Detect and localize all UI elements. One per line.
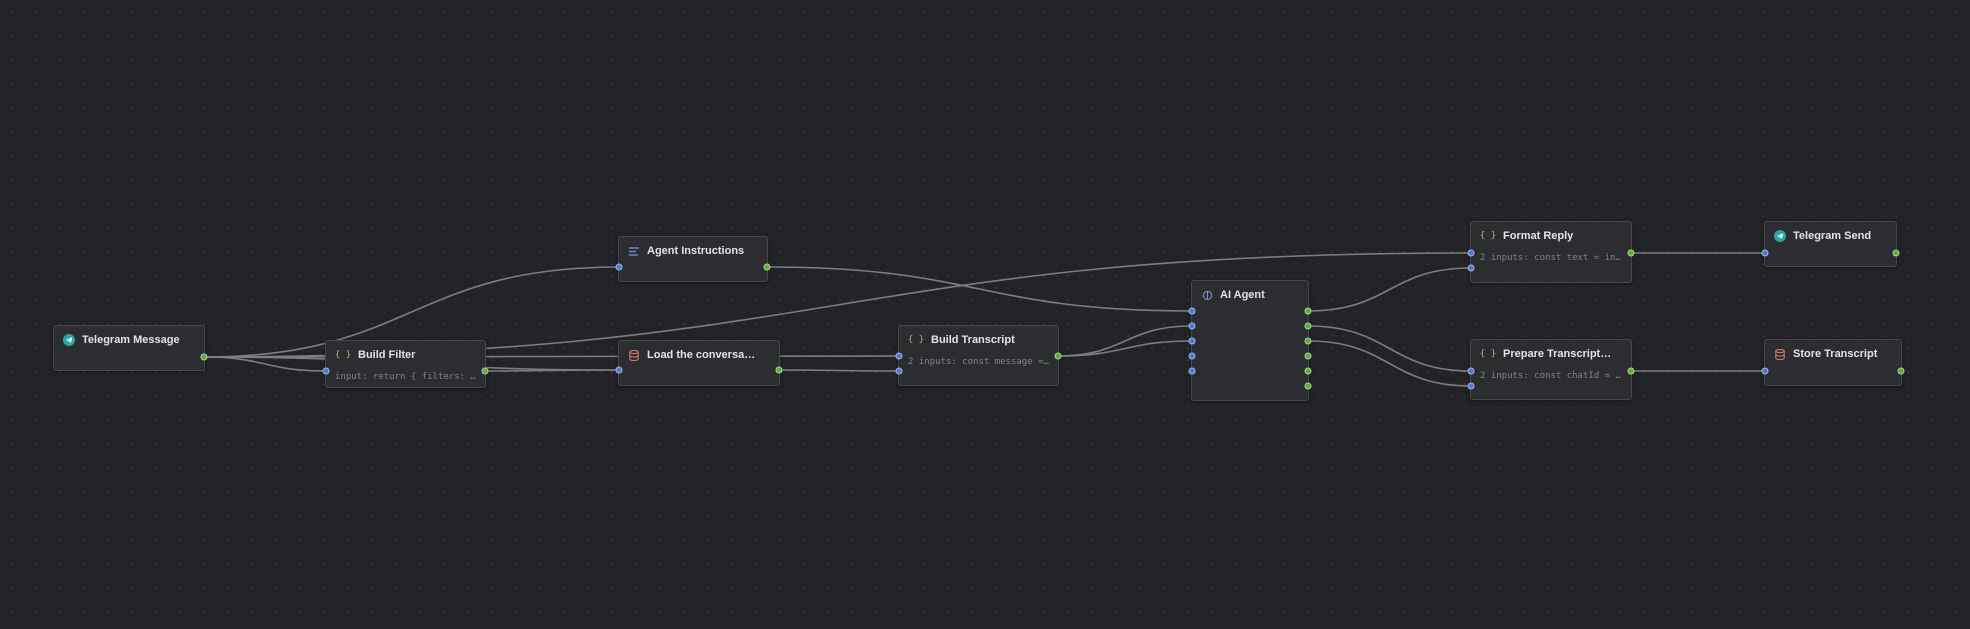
output-port[interactable] bbox=[481, 367, 489, 375]
output-port[interactable] bbox=[1054, 352, 1062, 360]
telegram-icon bbox=[63, 334, 75, 346]
input-port[interactable] bbox=[1188, 337, 1196, 345]
node-title: Build Filter bbox=[358, 349, 416, 361]
brain-icon bbox=[1201, 289, 1213, 301]
output-port[interactable] bbox=[1304, 352, 1312, 360]
input-port[interactable] bbox=[1761, 367, 1769, 375]
prepare-transcript-node[interactable]: { } Prepare Transcript… 2 inputs: const … bbox=[1467, 339, 1635, 400]
input-port[interactable] bbox=[615, 263, 623, 271]
connection-layer bbox=[203, 252, 1765, 387]
connection-edge-9[interactable] bbox=[1057, 340, 1193, 357]
node-title: Store Transcript bbox=[1793, 348, 1878, 360]
output-port[interactable] bbox=[1304, 307, 1312, 315]
build-transcript-node[interactable]: { } Build Transcript 2 inputs: const mes… bbox=[895, 325, 1062, 386]
output-port[interactable] bbox=[1304, 322, 1312, 330]
output-port[interactable] bbox=[1304, 367, 1312, 375]
text-lines-icon bbox=[628, 245, 640, 257]
connection-edge-10[interactable] bbox=[1307, 267, 1472, 312]
telegram-icon bbox=[1774, 230, 1786, 242]
database-icon bbox=[1774, 348, 1786, 360]
output-port[interactable] bbox=[1897, 367, 1905, 375]
ai-agent-node[interactable]: AI Agent bbox=[1188, 280, 1312, 401]
node-title: Prepare Transcript… bbox=[1503, 348, 1612, 360]
telegram-send-node[interactable]: Telegram Send bbox=[1761, 221, 1900, 267]
agent-instructions-node[interactable]: Agent Instructions bbox=[615, 236, 771, 282]
code-braces-icon: { } bbox=[907, 335, 925, 345]
connection-edge-8[interactable] bbox=[1057, 325, 1193, 357]
connection-edge-5[interactable] bbox=[484, 369, 620, 372]
input-port[interactable] bbox=[615, 366, 623, 374]
output-port[interactable] bbox=[1304, 337, 1312, 345]
store-transcript-node[interactable]: Store Transcript bbox=[1761, 339, 1905, 386]
connection-edge-4[interactable] bbox=[203, 355, 900, 358]
node-title: Telegram Send bbox=[1793, 230, 1872, 242]
node-code-preview: 2 inputs: const text = in… bbox=[1480, 253, 1621, 263]
node-code-preview: 2 inputs: const message =… bbox=[908, 357, 1049, 367]
input-port[interactable] bbox=[895, 352, 903, 360]
input-port[interactable] bbox=[322, 367, 330, 375]
node-code-preview: input: return { filters: … bbox=[335, 372, 476, 382]
input-port[interactable] bbox=[895, 367, 903, 375]
output-port[interactable] bbox=[1304, 382, 1312, 390]
telegram-message-node[interactable]: Telegram Message bbox=[53, 325, 208, 371]
input-port[interactable] bbox=[1467, 367, 1475, 375]
node-title: Format Reply bbox=[1503, 230, 1574, 242]
node-title: Agent Instructions bbox=[647, 245, 745, 257]
input-port[interactable] bbox=[1467, 249, 1475, 257]
format-reply-node[interactable]: { } Format Reply 2 inputs: const text = … bbox=[1467, 221, 1635, 283]
output-port[interactable] bbox=[775, 366, 783, 374]
database-icon bbox=[628, 349, 640, 361]
code-braces-icon: { } bbox=[1479, 349, 1497, 359]
code-braces-icon: { } bbox=[1479, 231, 1497, 241]
input-port[interactable] bbox=[1188, 352, 1196, 360]
input-port[interactable] bbox=[1467, 382, 1475, 390]
input-port[interactable] bbox=[1188, 322, 1196, 330]
build-filter-node[interactable]: { } Build Filter input: return { filters… bbox=[322, 340, 489, 388]
load-conversation-node[interactable]: Load the conversa… bbox=[615, 340, 783, 386]
input-port[interactable] bbox=[1761, 249, 1769, 257]
connection-edge-7[interactable] bbox=[778, 369, 900, 372]
code-braces-icon: { } bbox=[334, 350, 352, 360]
connection-edge-12[interactable] bbox=[1307, 340, 1472, 387]
node-title: Build Transcript bbox=[931, 334, 1015, 346]
node-title: Load the conversa… bbox=[647, 349, 756, 361]
node-title: AI Agent bbox=[1220, 289, 1265, 301]
workflow-canvas[interactable]: Telegram Message { } Build Filter input:… bbox=[0, 0, 1970, 629]
output-port[interactable] bbox=[1892, 249, 1900, 257]
output-port[interactable] bbox=[200, 353, 208, 361]
node-title: Telegram Message bbox=[82, 334, 180, 346]
node-code-preview: 2 inputs: const chatId = … bbox=[1480, 371, 1621, 381]
connection-edge-6[interactable] bbox=[766, 266, 1193, 312]
output-port[interactable] bbox=[1627, 249, 1635, 257]
input-port[interactable] bbox=[1467, 264, 1475, 272]
output-port[interactable] bbox=[763, 263, 771, 271]
input-port[interactable] bbox=[1188, 307, 1196, 315]
connection-edge-2[interactable] bbox=[203, 356, 327, 372]
connection-edge-11[interactable] bbox=[1307, 325, 1472, 372]
output-port[interactable] bbox=[1627, 367, 1635, 375]
input-port[interactable] bbox=[1188, 367, 1196, 375]
